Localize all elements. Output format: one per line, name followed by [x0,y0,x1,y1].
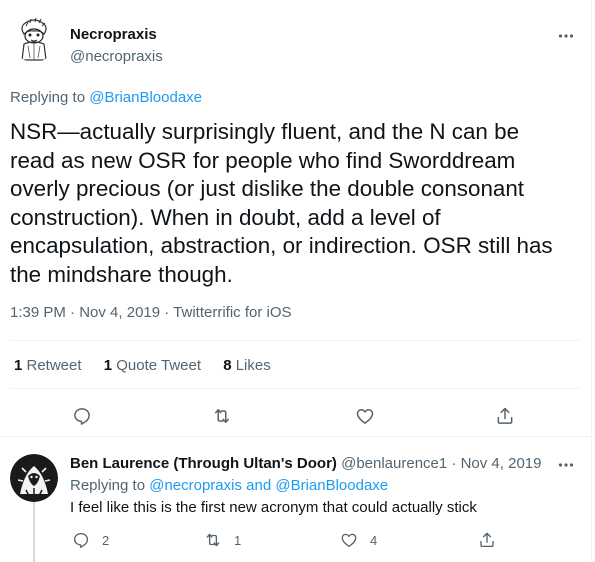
quotes-count: 1 [103,357,113,374]
tweet-meta: 1:39 PM · Nov 4, 2019 · Twitterrific for… [10,304,292,321]
main-tweet: Necropraxis @necropraxis Replying to @Br… [0,0,591,437]
reply-author-handle[interactable]: @benlaurence1 [341,455,447,472]
reply-author-name[interactable]: Ben Laurence (Through Ultan's Door) [70,455,337,472]
avatar[interactable] [10,14,58,62]
retweet-count: 1 [234,532,242,548]
heart-icon [341,533,357,548]
replying-to-link[interactable]: @BrianBloodaxe [89,89,202,106]
author-handle[interactable]: @necropraxis [70,48,163,65]
tweet-text: NSR—actually surprisingly fluent, and th… [10,119,553,287]
likes-stat[interactable]: 8 Likes [223,357,271,374]
meta-separator: · [160,304,174,321]
divider [10,340,581,341]
retweets-label: Retweet [22,357,82,374]
avatar[interactable] [10,454,58,502]
retweet-icon [215,409,229,423]
reply-button[interactable] [68,402,96,430]
author-name[interactable]: Necropraxis [70,26,157,43]
quotes-stat[interactable]: 1 Quote Tweet [104,357,201,374]
meta-separator: · [447,455,461,472]
reply-share-button[interactable] [478,530,508,550]
replying-to: Replying to @BrianBloodaxe [10,89,202,106]
likes-label: Likes [231,357,271,374]
share-icon [480,532,494,548]
meta-separator: · [65,304,80,321]
replying-to: Replying to @necropraxis and @BrianBlood… [70,477,388,494]
reply-date[interactable]: Nov 4, 2019 [461,455,542,472]
more-icon[interactable] [556,26,576,46]
avatar-sketch-icon [10,14,58,62]
replying-prefix: Replying to [10,89,90,106]
retweet-icon [206,533,220,547]
retweets-stat[interactable]: 1 Retweet [14,357,82,374]
reply-header: Ben Laurence (Through Ultan's Door) @ben… [70,455,541,472]
tweet-client[interactable]: Twitterrific for iOS [173,304,291,321]
tweet-date[interactable]: Nov 4, 2019 [79,304,160,321]
like-button[interactable] [351,402,379,430]
share-icon [497,407,513,424]
quotes-label: Quote Tweet [112,357,202,374]
reply-tweet[interactable]: Ben Laurence (Through Ultan's Door) @ben… [0,438,591,562]
replying-to-link[interactable]: @necropraxis and @BrianBloodaxe [149,477,388,494]
tweet-stats: 1 Retweet 1 Quote Tweet 8 Likes [14,357,289,374]
heart-icon [356,409,374,424]
retweet-button[interactable] [208,402,236,430]
reply-retweet-button[interactable]: 1 [204,530,241,550]
tweet-time[interactable]: 1:39 PM [10,304,66,321]
divider [0,436,591,437]
reply-count: 2 [102,532,110,548]
reply-like-button[interactable]: 4 [340,530,377,550]
share-button[interactable] [491,402,519,430]
divider [10,388,581,389]
column-border [591,0,592,562]
avatar-illustration-icon [10,454,58,502]
tweet-actions [0,402,591,430]
more-icon[interactable] [556,455,576,475]
reply-icon [74,408,90,425]
thread-line [33,496,35,562]
replying-prefix: Replying to [70,477,150,494]
like-count: 4 [370,532,378,548]
reply-text: I feel like this is the first new acrony… [70,499,477,516]
reply-reply-button[interactable]: 2 [72,530,109,550]
likes-count: 8 [223,357,232,374]
reply-icon [73,532,89,548]
